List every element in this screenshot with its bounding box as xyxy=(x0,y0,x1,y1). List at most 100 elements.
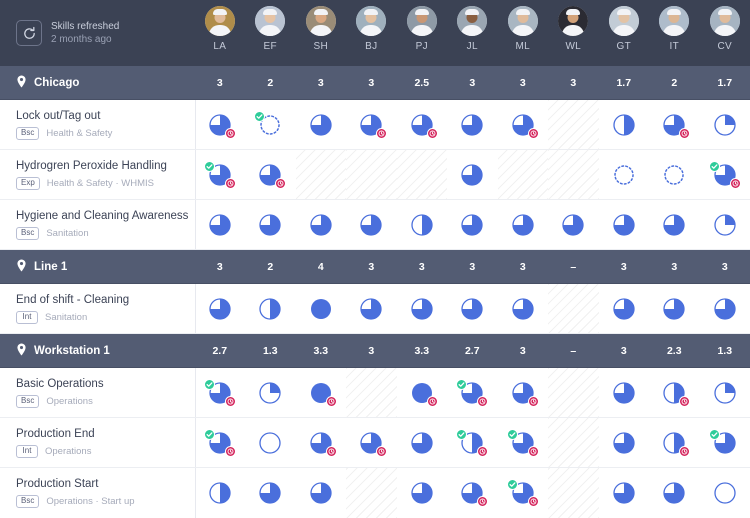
skill-cell[interactable] xyxy=(195,284,246,333)
proficiency-pie-icon[interactable] xyxy=(460,213,484,237)
proficiency-pie-icon[interactable] xyxy=(258,163,287,189)
person-column-ef[interactable]: EF xyxy=(245,6,296,52)
proficiency-pie-icon[interactable] xyxy=(713,297,737,321)
skill-cell[interactable] xyxy=(649,100,700,149)
proficiency-pie-icon[interactable] xyxy=(506,428,539,457)
skill-cell[interactable] xyxy=(599,418,650,467)
proficiency-pie-icon[interactable] xyxy=(662,163,686,187)
person-column-pj[interactable]: PJ xyxy=(397,6,448,52)
skill-row[interactable]: End of shift - Cleaning Int Sanitation xyxy=(0,284,750,334)
proficiency-pie-icon[interactable] xyxy=(511,113,539,139)
proficiency-pie-icon[interactable] xyxy=(309,297,333,321)
proficiency-pie-icon[interactable] xyxy=(511,213,535,237)
skill-cell[interactable] xyxy=(346,200,397,249)
skill-cell[interactable] xyxy=(245,200,296,249)
skill-label[interactable]: Production Start Bsc Operations · Start up xyxy=(0,468,195,518)
proficiency-pie-icon[interactable] xyxy=(309,113,333,137)
proficiency-pie-icon[interactable] xyxy=(410,381,438,407)
skill-cell[interactable] xyxy=(447,284,498,333)
proficiency-pie-icon[interactable] xyxy=(410,213,434,237)
skill-cell[interactable] xyxy=(700,200,750,249)
proficiency-pie-icon[interactable] xyxy=(561,213,585,237)
skill-cell[interactable] xyxy=(296,100,347,149)
proficiency-pie-icon[interactable] xyxy=(612,481,636,505)
proficiency-pie-icon[interactable] xyxy=(258,481,282,505)
skill-cell[interactable] xyxy=(295,150,346,199)
skill-cell[interactable] xyxy=(195,368,246,417)
proficiency-pie-icon[interactable] xyxy=(612,113,636,137)
avatar[interactable] xyxy=(356,6,387,36)
proficiency-pie-icon[interactable] xyxy=(309,481,333,505)
skill-cell[interactable] xyxy=(447,150,498,199)
proficiency-pie-icon[interactable] xyxy=(612,297,636,321)
proficiency-pie-icon[interactable] xyxy=(713,381,737,405)
skill-cell[interactable] xyxy=(397,468,448,518)
proficiency-pie-icon[interactable] xyxy=(713,481,737,505)
skill-row[interactable]: Basic Operations Bsc Operations xyxy=(0,368,750,418)
avatar[interactable] xyxy=(709,6,740,36)
skill-cell[interactable] xyxy=(498,100,549,149)
skill-cell[interactable] xyxy=(245,100,296,149)
skill-cell[interactable] xyxy=(599,468,650,518)
skill-cell[interactable] xyxy=(346,100,397,149)
proficiency-pie-icon[interactable] xyxy=(511,381,539,407)
skill-cell[interactable] xyxy=(397,200,448,249)
proficiency-pie-icon[interactable] xyxy=(359,297,383,321)
skill-cell[interactable] xyxy=(700,284,750,333)
skill-cell[interactable] xyxy=(498,418,549,467)
skill-cell[interactable] xyxy=(397,368,448,417)
skill-cell[interactable] xyxy=(599,368,650,417)
proficiency-pie-icon[interactable] xyxy=(203,160,236,189)
skill-label[interactable]: Production End Int Operations xyxy=(0,418,195,467)
skill-cell[interactable] xyxy=(649,150,700,199)
person-column-sh[interactable]: SH xyxy=(296,6,347,52)
skill-cell[interactable] xyxy=(548,418,599,467)
proficiency-pie-icon[interactable] xyxy=(708,160,741,189)
skill-cell[interactable] xyxy=(346,368,397,417)
person-column-ml[interactable]: ML xyxy=(498,6,549,52)
group-header-row[interactable]: Workstation 1 2.7 1.3 3.3 3 3.3 2.7 3 – 3 2.3 1.3 xyxy=(0,334,750,368)
avatar[interactable] xyxy=(255,6,286,36)
proficiency-pie-icon[interactable] xyxy=(713,113,737,137)
proficiency-pie-icon[interactable] xyxy=(359,113,388,139)
skill-label[interactable]: Lock out/Tag out Bsc Health & Safety xyxy=(0,100,195,149)
skill-cell[interactable] xyxy=(700,150,750,199)
proficiency-pie-icon[interactable] xyxy=(254,110,282,137)
skill-cell[interactable] xyxy=(700,100,750,149)
skill-cell[interactable] xyxy=(396,150,447,199)
avatar[interactable] xyxy=(558,6,589,36)
person-column-gt[interactable]: GT xyxy=(599,6,650,52)
skill-cell[interactable] xyxy=(548,200,599,249)
proficiency-pie-icon[interactable] xyxy=(662,381,691,407)
proficiency-pie-icon[interactable] xyxy=(258,431,282,455)
group-header-row[interactable]: Line 1 3 2 4 3 3 3 3 – 3 3 3 xyxy=(0,250,750,284)
skill-cell[interactable] xyxy=(447,100,498,149)
skill-cell[interactable] xyxy=(447,200,498,249)
avatar[interactable] xyxy=(457,6,488,36)
person-column-wl[interactable]: WL xyxy=(548,6,599,52)
skill-cell[interactable] xyxy=(498,368,549,417)
person-column-it[interactable]: IT xyxy=(649,6,700,52)
skill-cell[interactable] xyxy=(195,150,246,199)
proficiency-pie-icon[interactable] xyxy=(410,431,434,455)
proficiency-pie-icon[interactable] xyxy=(662,297,686,321)
skill-cell[interactable] xyxy=(700,418,750,467)
proficiency-pie-icon[interactable] xyxy=(456,428,489,457)
proficiency-pie-icon[interactable] xyxy=(713,213,737,237)
skill-cell[interactable] xyxy=(599,200,650,249)
proficiency-pie-icon[interactable] xyxy=(410,113,438,139)
avatar[interactable] xyxy=(608,6,639,36)
skill-cell[interactable] xyxy=(497,150,548,199)
skill-cell[interactable] xyxy=(245,368,296,417)
skill-cell[interactable] xyxy=(346,468,397,518)
skill-row[interactable]: Hygiene and Cleaning Awareness Bsc Sanitat… xyxy=(0,200,750,250)
skill-cell[interactable] xyxy=(649,468,700,518)
skill-cell[interactable] xyxy=(498,284,549,333)
skill-cell[interactable] xyxy=(245,284,296,333)
skill-cell[interactable] xyxy=(245,418,296,467)
skill-cell[interactable] xyxy=(599,150,650,199)
skill-row[interactable]: Lock out/Tag out Bsc Health & Safety xyxy=(0,100,750,150)
proficiency-pie-icon[interactable] xyxy=(203,378,236,407)
proficiency-pie-icon[interactable] xyxy=(208,297,232,321)
skill-cell[interactable] xyxy=(397,418,448,467)
